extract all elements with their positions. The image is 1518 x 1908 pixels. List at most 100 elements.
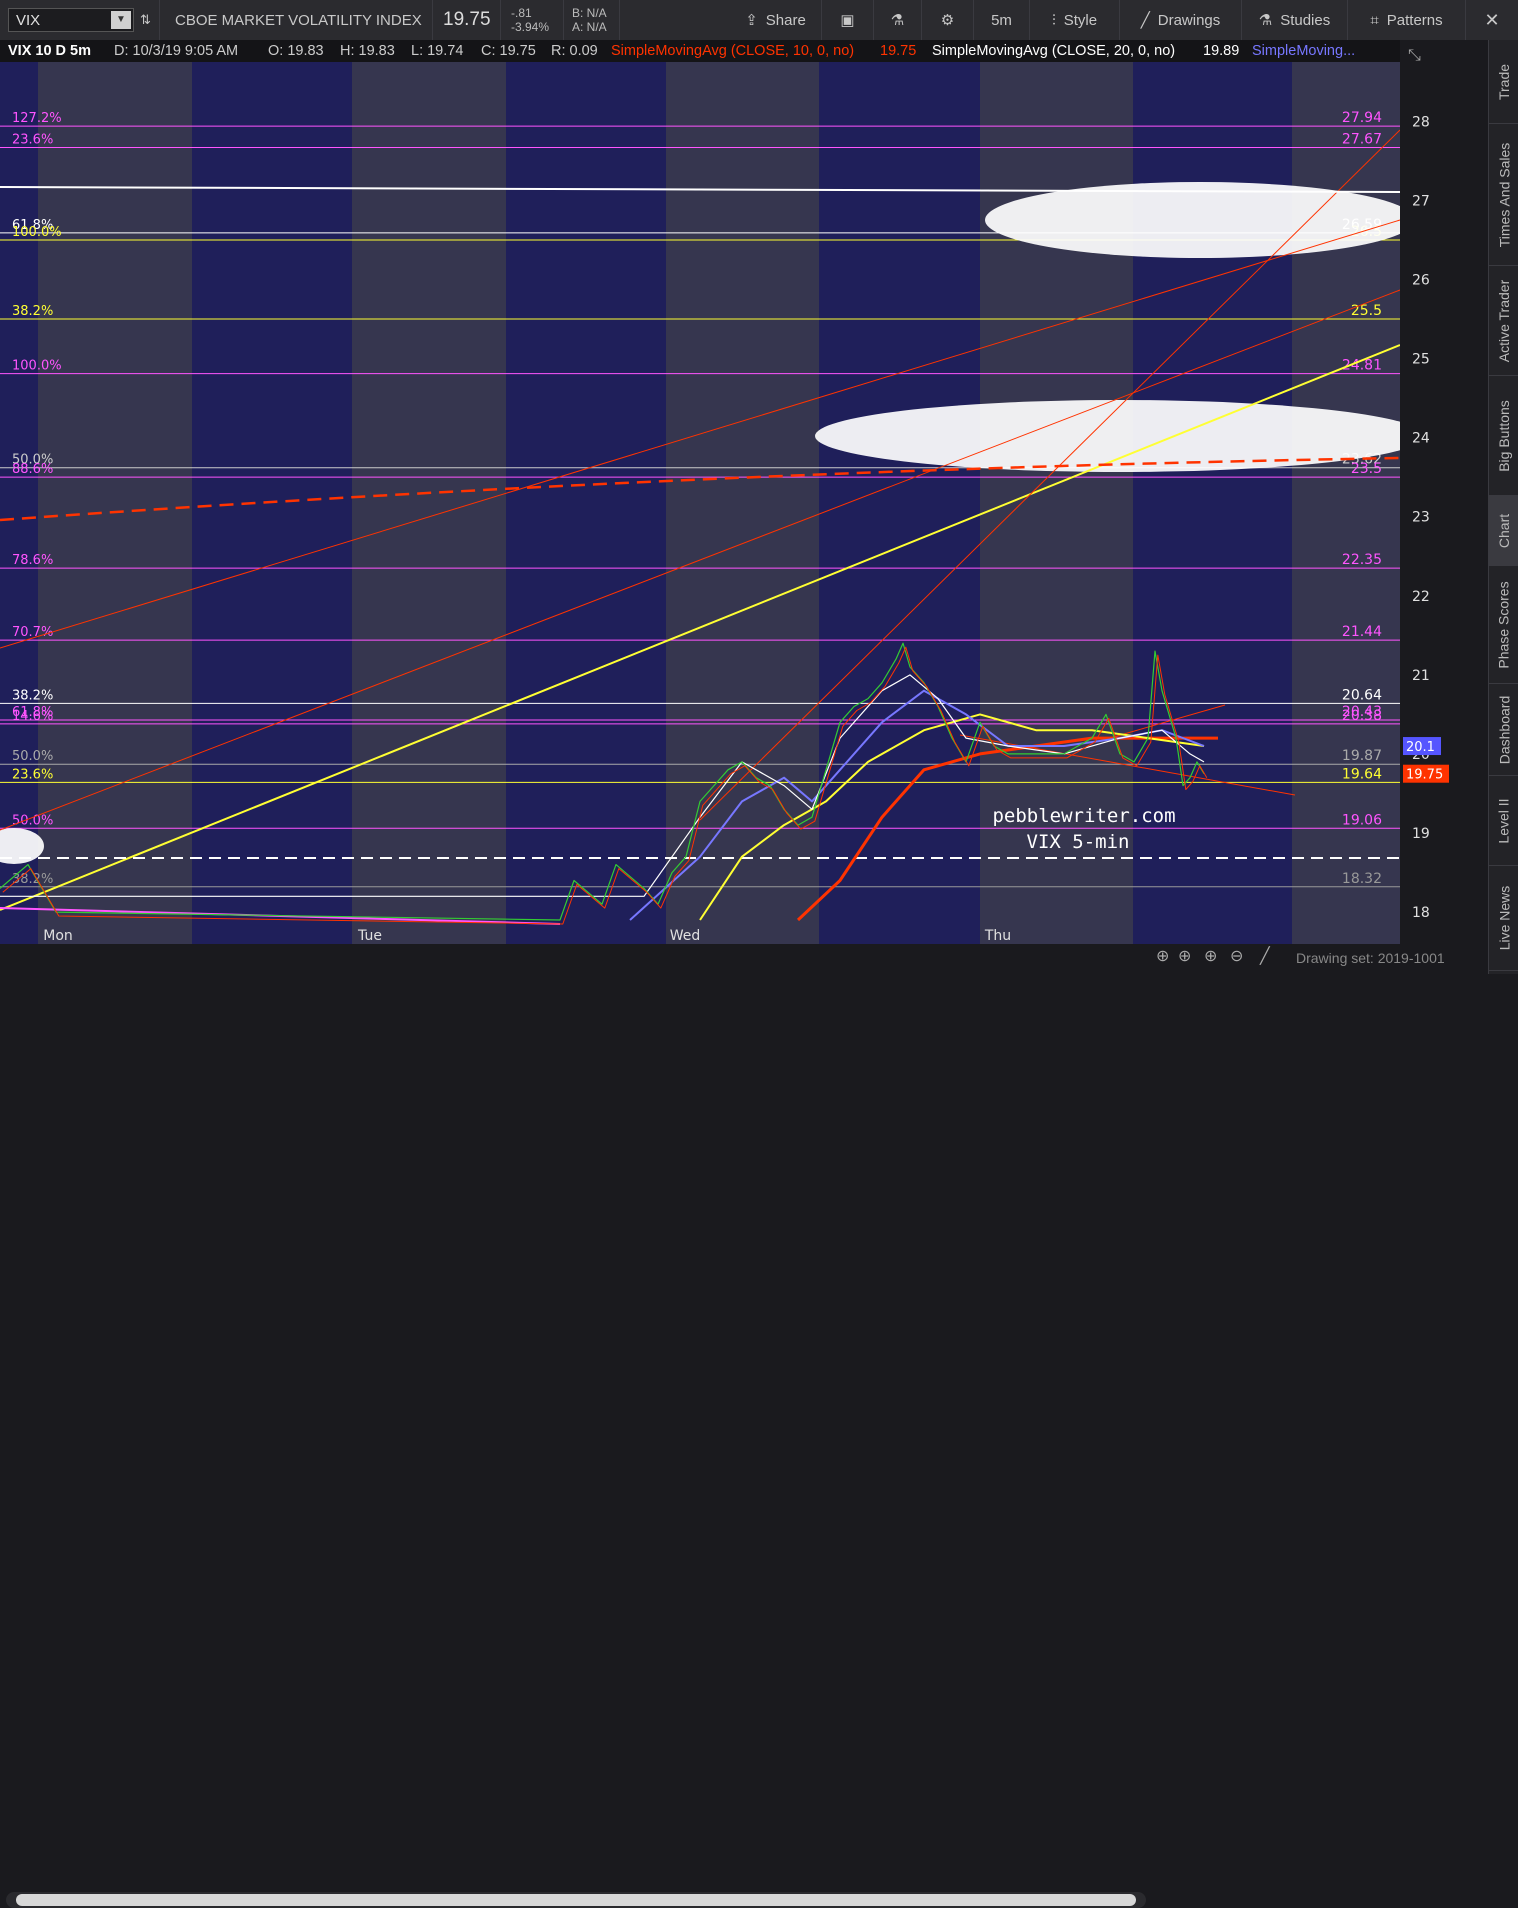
y-tick-label: 27: [1412, 193, 1430, 209]
studies-button[interactable]: ⚗ Studies: [1242, 0, 1348, 40]
bid: B: N/A: [572, 6, 607, 20]
study-sma10[interactable]: SimpleMovingAvg (CLOSE, 10, 0, no): [611, 43, 854, 59]
fib-value-label: 27.94: [1342, 110, 1382, 126]
close-icon[interactable]: ✕: [1466, 0, 1518, 40]
symbol-description: CBOE MARKET VOLATILITY INDEX: [165, 0, 433, 40]
x-tick-label: Tue: [357, 928, 382, 944]
ellipse-middle: [815, 400, 1425, 472]
last-price-tag-value: 19.75: [1406, 768, 1443, 783]
fib-pct-label: 38.2%: [12, 304, 53, 319]
fib-pct-label: 50.0%: [12, 813, 53, 828]
sidebar-tab-level-ii[interactable]: Level II: [1489, 776, 1518, 866]
study-infobar: VIX 10 D 5m D: 10/3/19 9:05 AM O: 19.83 …: [0, 40, 1400, 62]
fib-pct-label: 100.0%: [12, 225, 62, 240]
crosshair-icon[interactable]: ⊕: [1178, 946, 1191, 966]
fib-value-label: 22.35: [1342, 552, 1382, 568]
horizontal-scrollbar[interactable]: [6, 1892, 1146, 1908]
y-tick-label: 22: [1412, 589, 1430, 605]
link-icon[interactable]: ⇅: [140, 0, 160, 40]
fib-pct-label: 78.6%: [12, 553, 53, 568]
ask: A: N/A: [572, 20, 607, 34]
symbol-dropdown-icon[interactable]: ▼: [111, 11, 131, 29]
y-tick-label: 26: [1412, 273, 1430, 289]
bar-range: R: 0.09: [551, 43, 598, 59]
x-tick-label: Thu: [984, 928, 1011, 944]
pan-icon[interactable]: ⊕: [1156, 946, 1169, 966]
annotation-site: pebblewriter.com: [992, 805, 1175, 827]
fib-pct-label: 14.6%: [12, 709, 53, 724]
fib-value-label: 19.87: [1342, 748, 1382, 764]
fib-value-label: 21.44: [1342, 624, 1382, 640]
study-sma-more[interactable]: SimpleMoving...: [1252, 43, 1355, 59]
sidebar-tab-label: Phase Scores: [1496, 580, 1513, 669]
study-sma20[interactable]: SimpleMovingAvg (CLOSE, 20, 0, no): [932, 43, 1175, 59]
fib-value-label: 19.64: [1342, 766, 1382, 782]
sidebar-tab-label: Active Trader: [1496, 279, 1513, 362]
sidebar-tab-trade[interactable]: Trade: [1489, 40, 1518, 124]
beaker-icon: ⚗: [1258, 12, 1273, 29]
screenshot-icon[interactable]: ▣: [822, 0, 874, 40]
timeframe-button[interactable]: 5m: [974, 0, 1030, 40]
bar-high: H: 19.83: [340, 43, 395, 59]
fib-value-label: 25.5: [1351, 303, 1382, 319]
zoom-in-icon[interactable]: ⊕: [1204, 946, 1217, 966]
x-tick-label: Mon: [43, 928, 73, 944]
flask-icon[interactable]: ⚗: [874, 0, 922, 40]
drawing-set-label[interactable]: Drawing set: 2019-1001: [1296, 950, 1445, 966]
fib-pct-label: 23.6%: [12, 132, 53, 147]
fib-value-label: 19.06: [1342, 812, 1382, 828]
style-button[interactable]: ⫶ Style: [1030, 0, 1120, 40]
y-tick-label: 28: [1412, 114, 1430, 130]
y-tick-label: 19: [1412, 826, 1430, 842]
share-button[interactable]: ⇪ Share: [730, 0, 822, 40]
pct-change: -3.94%: [511, 20, 550, 34]
draw-icon[interactable]: ╱: [1260, 946, 1270, 966]
fib-value-label: 27.67: [1342, 131, 1382, 147]
y-tick-label: 21: [1412, 668, 1430, 684]
x-tick-label: Wed: [670, 928, 701, 944]
sidebar-tab-dashboard[interactable]: Dashboard: [1489, 684, 1518, 776]
y-tick-label: 18: [1412, 905, 1430, 921]
y-axis-background: [1400, 40, 1488, 944]
fib-pct-label: 50.0%: [12, 749, 53, 764]
y-tick-label: 24: [1412, 431, 1430, 447]
sidebar-tab-active-trader[interactable]: Active Trader: [1489, 266, 1518, 376]
fib-value-label: 18.32: [1342, 871, 1382, 887]
scrollbar-thumb[interactable]: [16, 1894, 1136, 1906]
bar-low: L: 19.74: [411, 43, 464, 59]
sidebar-tab-label: Level II: [1496, 797, 1513, 844]
gear-icon[interactable]: ⚙: [922, 0, 974, 40]
annotation-caption: VIX 5-min: [1027, 831, 1130, 853]
fib-pct-label: 127.2%: [12, 111, 62, 126]
sidebar-tab-live-news[interactable]: Live News: [1489, 866, 1518, 971]
share-icon: ⇪: [745, 12, 758, 29]
sidebar-tab-phase-scores[interactable]: Phase Scores: [1489, 566, 1518, 684]
fib-pct-label: 100.0%: [12, 359, 62, 374]
sidebar-tab-label: Times And Sales: [1496, 142, 1512, 247]
expand-icon[interactable]: ⤡: [1408, 45, 1421, 64]
symbol-value: VIX: [16, 12, 41, 29]
sidebar-tab-big-buttons[interactable]: Big Buttons: [1489, 376, 1518, 496]
sidebar-tab-label: Live News: [1496, 885, 1512, 951]
bid-ask: B: N/A A: N/A: [564, 0, 620, 40]
sidebar-tab-chart[interactable]: Chart: [1489, 496, 1518, 566]
patterns-button[interactable]: ⌗ Patterns: [1348, 0, 1466, 40]
y-tick-label: 23: [1412, 510, 1430, 526]
y-axis: 1819202122232425262728: [1400, 40, 1488, 944]
study-sma20-value: 19.89: [1203, 43, 1240, 59]
patterns-icon: ⌗: [1370, 11, 1379, 29]
drawings-button[interactable]: ╱ Drawings: [1120, 0, 1242, 40]
sidebar-tab-times-and-sales[interactable]: Times And Sales: [1489, 124, 1518, 266]
bar-date: D: 10/3/19 9:05 AM: [114, 43, 239, 59]
sidebar-tab-label: Trade: [1496, 63, 1512, 100]
sidebar-tab-label: Dashboard: [1496, 695, 1512, 764]
symbol-input[interactable]: VIX ▼: [8, 8, 134, 32]
fib-value-label: 23.5: [1351, 461, 1382, 477]
session-band: [666, 40, 819, 944]
price-chart[interactable]: 127.2%27.9423.6%27.6761.8%26.59100.0%26.…: [0, 40, 1488, 944]
ellipse-upper: [985, 182, 1415, 258]
toolbar: VIX ▼ ⇅ CBOE MARKET VOLATILITY INDEX 19.…: [0, 0, 1518, 41]
zoom-out-icon[interactable]: ⊖: [1230, 946, 1243, 966]
fib-value-label: 20.38: [1342, 708, 1382, 724]
sidebar-tab-label: Big Buttons: [1496, 399, 1513, 472]
